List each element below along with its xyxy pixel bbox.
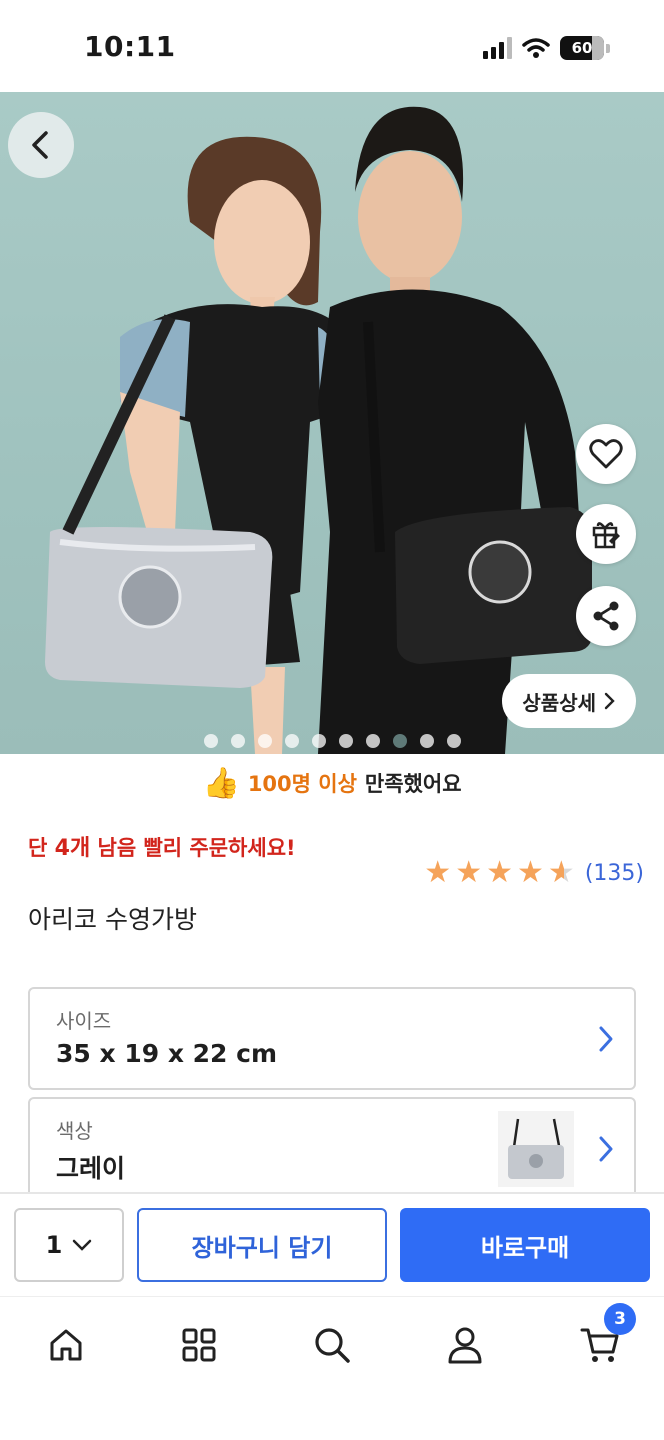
chevron-left-icon (32, 131, 48, 159)
nav-home[interactable] (38, 1317, 94, 1373)
product-detail-label: 상품상세 (522, 690, 596, 715)
nav-categories[interactable] (171, 1317, 227, 1373)
color-option-value: 그레이 (56, 1154, 126, 1183)
bottom-nav: 3 (0, 1296, 664, 1440)
carousel-dot[interactable] (257, 734, 272, 748)
product-detail-button[interactable]: 상품상세 (502, 674, 636, 728)
star-icon: ★ (486, 855, 514, 890)
product-image-carousel[interactable]: 상품상세 (0, 92, 664, 754)
color-option[interactable]: 색상 그레이 (28, 1097, 636, 1203)
signal-icon (483, 37, 512, 59)
wifi-icon (522, 38, 550, 58)
nav-profile[interactable] (437, 1317, 493, 1373)
carousel-dot[interactable] (230, 734, 245, 748)
purchase-bar: 1 장바구니 담기 바로구매 (0, 1192, 664, 1296)
color-thumbnail (498, 1111, 574, 1187)
stock-warning-prefix: 단 (28, 836, 55, 860)
carousel-dot[interactable] (284, 734, 299, 748)
size-option-value: 35 x 19 x 22 cm (56, 1039, 278, 1068)
cart-count-badge: 3 (604, 1303, 636, 1335)
battery-icon: 60 (560, 36, 604, 60)
back-button[interactable] (8, 112, 74, 178)
share-button[interactable] (576, 586, 636, 646)
gift-button[interactable] (576, 504, 636, 564)
size-option-label: 사이즈 (56, 1009, 112, 1033)
satisfaction-banner: 👍 100명 이상 만족했어요 (0, 760, 664, 806)
chevron-down-icon (73, 1239, 92, 1251)
profile-icon (448, 1327, 482, 1364)
battery-level: 60 (571, 39, 593, 57)
home-icon (50, 1329, 82, 1361)
gift-icon (592, 522, 620, 549)
carousel-indicators (0, 734, 664, 748)
categories-icon (182, 1328, 216, 1362)
status-time: 10:11 (84, 30, 176, 63)
review-count[interactable]: (135) (585, 861, 644, 886)
nav-search[interactable] (304, 1317, 360, 1373)
star-icon: ★ (517, 855, 544, 890)
carousel-dot[interactable] (311, 734, 326, 748)
carousel-dot[interactable] (338, 734, 353, 748)
quantity-selector[interactable]: 1 (14, 1208, 124, 1282)
add-to-cart-button[interactable]: 장바구니 담기 (137, 1208, 387, 1282)
nav-cart[interactable]: 3 (572, 1303, 636, 1373)
status-bar: 10:11 60 (0, 0, 664, 92)
wishlist-button[interactable] (576, 424, 636, 484)
product-rating[interactable]: ★ ★ ★ ★ ★ (135) (424, 858, 644, 888)
carousel-dot[interactable] (419, 734, 434, 748)
star-icon: ★ (424, 855, 452, 890)
satisfaction-text: 만족했어요 (364, 772, 462, 796)
share-icon (593, 601, 619, 631)
buy-now-button[interactable]: 바로구매 (400, 1208, 650, 1282)
carousel-dot[interactable] (446, 734, 461, 748)
satisfaction-count: 100명 이상 (247, 772, 357, 796)
stock-warning-suffix: 남음 빨리 주문하세요! (90, 836, 296, 860)
chevron-right-icon (599, 1026, 613, 1052)
half-star-icon: ★ (547, 855, 575, 890)
heart-icon (589, 439, 623, 469)
search-icon (315, 1328, 350, 1363)
product-photo (45, 106, 592, 754)
color-option-label: 색상 (56, 1119, 93, 1143)
stock-count: 4개 (54, 836, 91, 861)
chevron-right-icon (604, 692, 615, 710)
status-icons: 60 (483, 36, 610, 60)
chevron-right-icon (599, 1136, 613, 1162)
carousel-dot[interactable] (203, 734, 218, 748)
carousel-dot[interactable] (365, 734, 380, 748)
stock-warning: 단 4개 남음 빨리 주문하세요! (28, 830, 296, 862)
carousel-dot-active[interactable] (392, 734, 407, 748)
size-option[interactable]: 사이즈 35 x 19 x 22 cm (28, 987, 636, 1090)
product-title: 아리코 수영가방 (28, 905, 197, 934)
star-icon: ★ (455, 855, 483, 890)
thumbs-up-icon: 👍 (202, 765, 240, 801)
quantity-value: 1 (45, 1231, 63, 1259)
